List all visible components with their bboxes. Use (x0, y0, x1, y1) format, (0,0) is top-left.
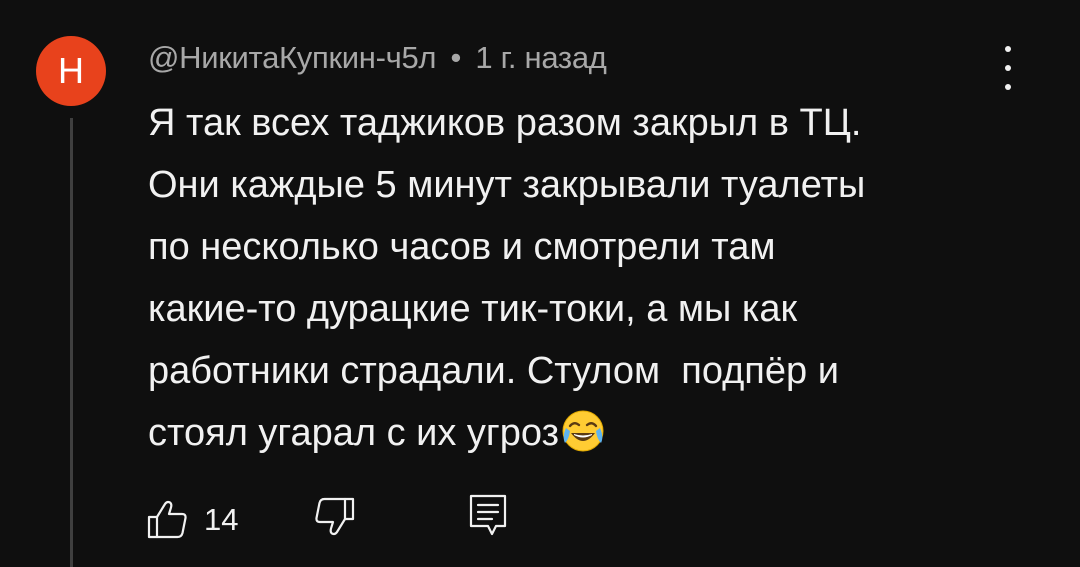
more-vert-icon[interactable] (988, 46, 1028, 90)
comment-line-text: стоял угарал с их угроз (148, 412, 560, 454)
thumbs-down-icon[interactable] (314, 496, 356, 538)
comment-line-last: стоял угарал с их угроз (148, 402, 978, 464)
author-handle[interactable]: @НикитаКупкин-ч5л (148, 40, 437, 75)
menu-dot (1005, 46, 1011, 52)
comment-line: какие-то дурацкие тик-токи, а мы как (148, 288, 798, 330)
comment-line: Я так всех таджиков разом закрыл в ТЦ. (148, 102, 862, 144)
thread-line (70, 118, 73, 567)
reply-comment-icon[interactable] (466, 492, 510, 538)
comment-line: по несколько часов и смотрели там (148, 226, 776, 268)
comment-text: Я так всех таджиков разом закрыл в ТЦ. О… (148, 92, 978, 464)
timestamp[interactable]: 1 г. назад (475, 40, 606, 75)
meta-separator: • (450, 40, 462, 75)
avatar-letter: Н (58, 50, 84, 91)
face-with-tears-of-joy-emoji (562, 410, 604, 452)
thumbs-up-icon[interactable] (146, 498, 188, 540)
menu-dot (1005, 65, 1011, 71)
comment-line: Они каждые 5 минут закрывали туалеты (148, 164, 866, 206)
avatar[interactable]: Н (36, 36, 106, 106)
comment-line: работники страдали. Стулом подпёр и (148, 350, 839, 392)
menu-dot (1005, 84, 1011, 90)
like-count: 14 (204, 502, 239, 537)
comment-meta: @НикитаКупкин-ч5л • 1 г. назад (148, 40, 607, 76)
